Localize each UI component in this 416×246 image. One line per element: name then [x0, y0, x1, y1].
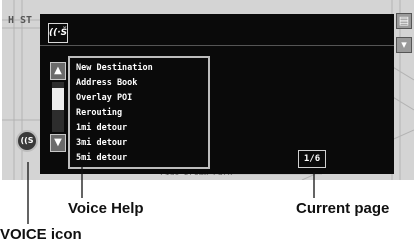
voice-icon: ((·Š	[48, 23, 68, 43]
page-indicator: 1/6	[298, 150, 326, 168]
voice-help-list: New Destination Address Book Overlay POI…	[68, 56, 210, 169]
voice-button-icon[interactable]: ((S	[16, 130, 38, 152]
scrollbar-thumb[interactable]	[52, 88, 64, 110]
chevron-down-icon[interactable]: ▾	[396, 37, 412, 53]
navigation-screen: H ST ST PL Fido Dream Park ▤ ▾ ((·Š ▲ ▼ …	[2, 0, 414, 180]
list-item[interactable]: 1mi detour	[76, 121, 208, 135]
window-icon[interactable]: ▤	[396, 13, 412, 29]
callout-current-page: Current page	[296, 200, 390, 217]
scroll-down-button[interactable]: ▼	[50, 134, 66, 152]
scroll-up-button[interactable]: ▲	[50, 62, 66, 80]
list-item[interactable]: 3mi detour	[76, 136, 208, 150]
list-item[interactable]: Overlay POI	[76, 91, 208, 105]
list-item[interactable]: New Destination	[76, 61, 208, 75]
street-label: H ST	[8, 15, 33, 26]
callout-voice-icon: VOICE icon	[0, 226, 82, 243]
title-divider	[40, 45, 394, 46]
callout-voice-help: Voice Help	[68, 200, 144, 217]
list-item[interactable]: Address Book	[76, 76, 208, 90]
list-item[interactable]: Rerouting	[76, 106, 208, 120]
voice-help-dialog: ((·Š ▲ ▼ New Destination Address Book Ov…	[40, 14, 394, 174]
list-item[interactable]: 5mi detour	[76, 151, 208, 165]
